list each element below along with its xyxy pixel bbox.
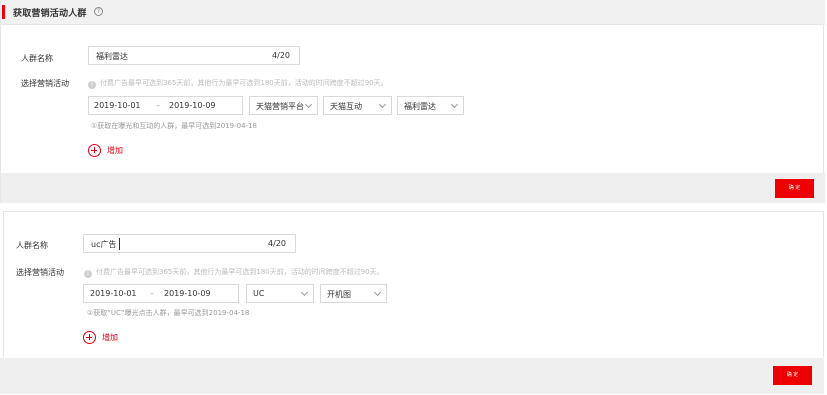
help-icon[interactable]: ?: [94, 7, 103, 16]
audience-name-value: uc广告: [91, 240, 117, 249]
text-cursor: [119, 238, 120, 250]
info-icon: !: [84, 270, 92, 278]
activity-type-select[interactable]: 开机图: [320, 284, 387, 303]
info-text: 付费广告最早可选到365天前，其他行为最早可选到180天前，活动的时间跨度不超过…: [96, 268, 384, 276]
platform-select-value: 天猫营销平台: [256, 102, 304, 111]
date-start: 2019-10-01: [90, 289, 137, 298]
plus-circle-icon: [83, 331, 96, 344]
add-activity-label: 增加: [107, 146, 123, 155]
activity-type-select-value: 天猫互动: [330, 102, 362, 111]
panel-footer: 确 定: [0, 358, 824, 394]
platform-select-value: UC: [253, 289, 265, 298]
date-hint: ①获取在曝光和互动的人群，最早可选到2019-04-18: [91, 122, 257, 130]
date-end: 2019-10-09: [164, 289, 211, 298]
audience-name-input[interactable]: 福利雷达 4/20: [88, 46, 300, 65]
title-accent-bar: [2, 5, 5, 19]
chevron-down-icon: [450, 100, 459, 109]
audience-name-value: 福利雷达: [96, 52, 128, 61]
add-activity-button[interactable]: 增加: [83, 331, 118, 344]
activity-info: ! 付费广告最早可选到365天前，其他行为最早可选到180天前，活动的时间跨度不超…: [84, 267, 384, 278]
chevron-down-icon: [378, 100, 387, 109]
add-activity-label: 增加: [102, 333, 118, 342]
activity-select-value: 福利雷达: [404, 102, 436, 111]
date-range-picker[interactable]: 2019-10-01 – 2019-10-09: [88, 96, 243, 115]
date-hint: ①获取“UC”曝光点击人群，最早可选到2019-04-18: [87, 309, 250, 317]
date-start: 2019-10-01: [94, 101, 141, 110]
activity-label: 选择营销活动: [21, 79, 69, 88]
page-title: 获取营销活动人群: [13, 9, 87, 19]
audience-panel-1: 获取营销活动人群 ? 人群名称 福利雷达 4/20 选择营销活动 ! 付费广告最早…: [0, 0, 825, 203]
audience-name-input[interactable]: uc广告 4/20: [83, 234, 296, 253]
plus-circle-icon: [88, 144, 101, 157]
confirm-button[interactable]: 确 定: [775, 179, 814, 198]
panel-header: 获取营销活动人群 ?: [1, 0, 825, 25]
audience-name-label: 人群名称: [21, 54, 53, 63]
activity-type-select-value: 开机图: [327, 290, 351, 299]
char-count: 4/20: [272, 51, 290, 60]
activity-info: ! 付费广告最早可选到365天前，其他行为最早可选到180天前，活动的时间跨度不超…: [88, 78, 388, 89]
activity-select[interactable]: 福利雷达: [397, 96, 464, 115]
chevron-down-icon: [373, 288, 382, 297]
confirm-button[interactable]: 确 定: [773, 366, 812, 385]
info-icon: !: [88, 81, 96, 89]
info-text: 付费广告最早可选到365天前，其他行为最早可选到180天前，活动的时间跨度不超过…: [100, 79, 388, 87]
date-range-picker[interactable]: 2019-10-01 – 2019-10-09: [83, 284, 239, 303]
date-separator: –: [156, 101, 160, 110]
chevron-down-icon: [304, 100, 313, 109]
date-separator: –: [150, 289, 154, 298]
chevron-down-icon: [300, 288, 309, 297]
add-activity-button[interactable]: 增加: [88, 144, 123, 157]
activity-type-select[interactable]: 天猫互动: [323, 96, 392, 115]
activity-label: 选择营销活动: [16, 268, 64, 277]
date-end: 2019-10-09: [169, 101, 216, 110]
audience-name-label: 人群名称: [16, 241, 48, 250]
panel-footer: 确 定: [1, 173, 825, 203]
platform-select[interactable]: UC: [246, 284, 314, 303]
char-count: 4/20: [268, 239, 286, 248]
platform-select[interactable]: 天猫营销平台: [249, 96, 318, 115]
